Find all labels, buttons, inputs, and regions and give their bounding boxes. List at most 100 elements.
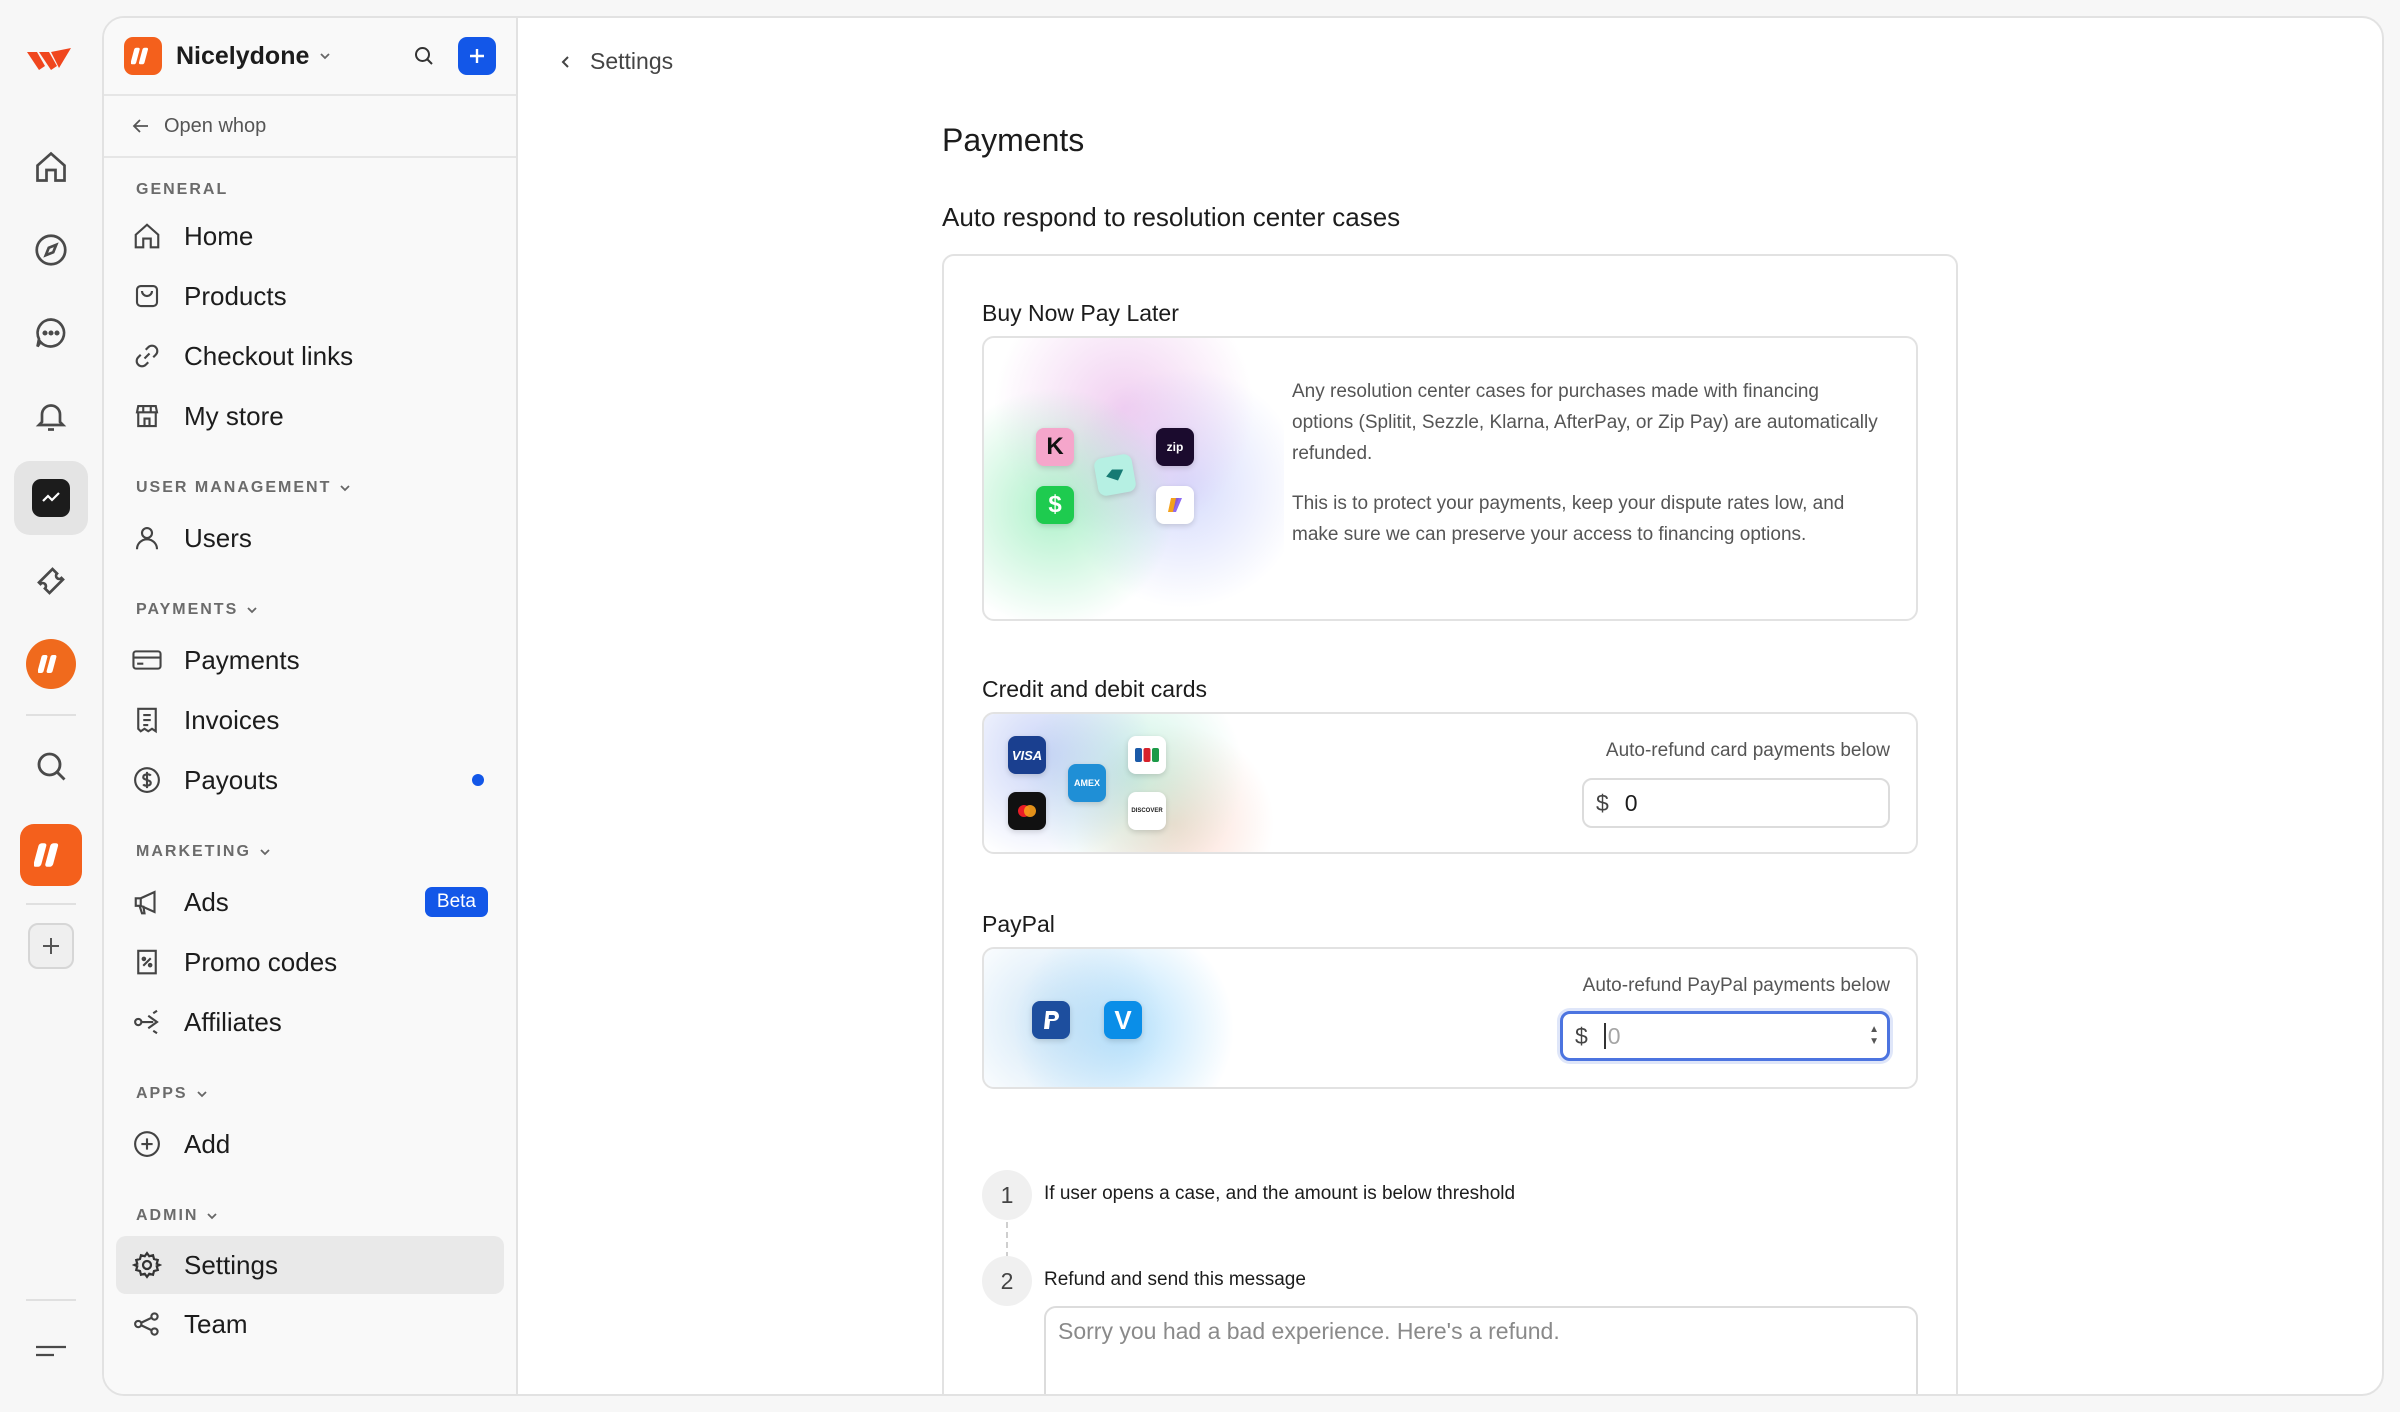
sidebar-item-label: Products (184, 280, 287, 311)
megaphone-icon (130, 887, 164, 917)
sidebar-item-label: Ads (184, 886, 229, 917)
sidebar-item-my-store[interactable]: My store (116, 386, 504, 446)
open-whop-label: Open whop (164, 114, 267, 137)
sidebar-item-users[interactable]: Users (116, 508, 504, 568)
refund-message-textarea[interactable]: Sorry you had a bad experience. Here's a… (1044, 1306, 1918, 1394)
business-logo-icon[interactable] (124, 37, 162, 75)
resolution-settings-card: Buy Now Pay Later K $ zip Any resolution… (942, 254, 1958, 1394)
shopping-bag-icon (130, 281, 164, 311)
bnpl-label: Buy Now Pay Later (982, 300, 1179, 326)
paypal-label: PayPal (982, 911, 1055, 937)
sidebar-item-label: Users (184, 522, 252, 553)
step-connector (1006, 1222, 1008, 1258)
home-icon[interactable] (14, 130, 88, 204)
section-payments[interactable]: PAYMENTS (104, 598, 516, 622)
beta-badge: Beta (424, 887, 488, 917)
bnpl-card: K $ zip Any resolution center cases for … (982, 336, 1918, 621)
ticket-icon[interactable] (14, 544, 88, 618)
sidebar-item-label: Promo codes (184, 946, 338, 977)
gear-icon (130, 1250, 164, 1280)
breadcrumb[interactable]: Settings (558, 48, 673, 75)
store-icon (130, 401, 164, 431)
discover-logo-icon: DISCOVER (1128, 792, 1166, 830)
number-stepper[interactable]: ▲ ▼ (1869, 1024, 1879, 1048)
sidebar-item-payouts[interactable]: Payouts (116, 750, 504, 810)
sidebar-item-promo-codes[interactable]: Promo codes (116, 932, 504, 992)
paypal-card: V Auto-refund PayPal payments below $ 0 … (982, 947, 1918, 1089)
whop-logo-icon[interactable] (25, 44, 75, 74)
bell-icon[interactable] (14, 379, 88, 453)
section-apps[interactable]: APPS (104, 1082, 516, 1106)
sidebar-item-affiliates[interactable]: Affiliates (116, 992, 504, 1052)
afterpay-logo-icon (1092, 452, 1138, 498)
step-number: 2 (982, 1256, 1032, 1306)
card-refund-label: Auto-refund card payments below (1605, 740, 1890, 761)
sidebar-item-invoices[interactable]: Invoices (116, 690, 504, 750)
sidebar-item-ads[interactable]: Ads Beta (116, 872, 504, 932)
page-title: Payments (942, 122, 1085, 158)
step-number: 1 (982, 1170, 1032, 1220)
section-label: MARKETING (136, 843, 251, 860)
app-rail (0, 0, 102, 1412)
sidebar-item-settings[interactable]: Settings (116, 1236, 504, 1294)
rail-divider (26, 903, 76, 905)
sidebar-item-checkout-links[interactable]: Checkout links (116, 326, 504, 386)
sidebar-item-label: Home (184, 220, 254, 251)
user-icon (130, 523, 164, 553)
chevron-down-icon (260, 849, 270, 856)
affiliates-icon (130, 1007, 164, 1037)
sidebar-item-payments[interactable]: Payments (116, 630, 504, 690)
sidebar-item-label: Payments (184, 644, 300, 675)
dashboard-icon[interactable] (14, 461, 88, 535)
currency-symbol: $ (1596, 789, 1609, 816)
step-text: If user opens a case, and the amount is … (1044, 1183, 1516, 1204)
sidebar-item-team[interactable]: Team (116, 1294, 504, 1354)
sidebar-item-label: Settings (184, 1249, 278, 1280)
jcb-logo-icon (1128, 736, 1166, 774)
compass-icon[interactable] (14, 213, 88, 287)
venmo-logo-icon: V (1104, 1001, 1142, 1039)
credit-card-icon (130, 645, 164, 675)
card-refund-threshold-input[interactable]: $ 0 (1582, 778, 1890, 828)
search-icon[interactable] (14, 729, 88, 803)
chevron-down-icon (207, 1213, 218, 1220)
add-icon[interactable] (14, 909, 88, 983)
section-user-management[interactable]: USER MANAGEMENT (104, 476, 516, 500)
chat-icon[interactable] (14, 296, 88, 370)
rail-divider (26, 1299, 76, 1301)
section-general: GENERAL (104, 178, 516, 202)
cash-app-logo-icon: $ (1036, 486, 1074, 524)
business-name[interactable]: Nicelydone (176, 42, 309, 71)
visa-logo-icon: VISA (1008, 736, 1046, 774)
chevron-down-icon (247, 607, 257, 614)
section-marketing[interactable]: MARKETING (104, 840, 516, 864)
section-admin[interactable]: ADMIN (104, 1204, 516, 1228)
section-title: Auto respond to resolution center cases (942, 202, 1401, 232)
cards-card: VISA AMEX DISCOVER Auto-refund card paym… (982, 712, 1918, 854)
amex-logo-icon: AMEX (1068, 764, 1106, 802)
sidebar-item-add[interactable]: Add (116, 1114, 504, 1174)
menu-icon[interactable] (14, 1314, 88, 1388)
sidebar-item-label: Checkout links (184, 340, 354, 371)
sidebar-item-label: Add (184, 1128, 231, 1159)
nicelydone-app-icon[interactable] (14, 818, 88, 892)
card-refund-value: 0 (1624, 789, 1638, 816)
sidebar-item-label: My store (184, 400, 284, 431)
sidebar: Nicelydone Open whop GENERAL Home Produc… (104, 18, 518, 1394)
plus-circle-icon (130, 1129, 164, 1159)
chevron-down-icon[interactable] (317, 48, 333, 64)
sidebar-item-products[interactable]: Products (116, 266, 504, 326)
nicelydone-icon[interactable] (14, 627, 88, 701)
app-window: Nicelydone Open whop GENERAL Home Produc… (102, 16, 2384, 1396)
mastercard-logo-icon (1008, 792, 1046, 830)
open-whop-link[interactable]: Open whop (104, 96, 516, 158)
search-icon[interactable] (412, 44, 436, 68)
paypal-refund-threshold-input[interactable]: $ 0 ▲ ▼ (1560, 1011, 1890, 1061)
sidebar-item-home[interactable]: Home (116, 206, 504, 266)
currency-symbol: $ (1575, 1022, 1588, 1049)
cards-label: Credit and debit cards (982, 676, 1208, 702)
sidebar-header: Nicelydone (104, 18, 516, 96)
share-nodes-icon (130, 1309, 164, 1339)
create-button[interactable] (458, 37, 496, 75)
section-label: APPS (136, 1085, 188, 1102)
